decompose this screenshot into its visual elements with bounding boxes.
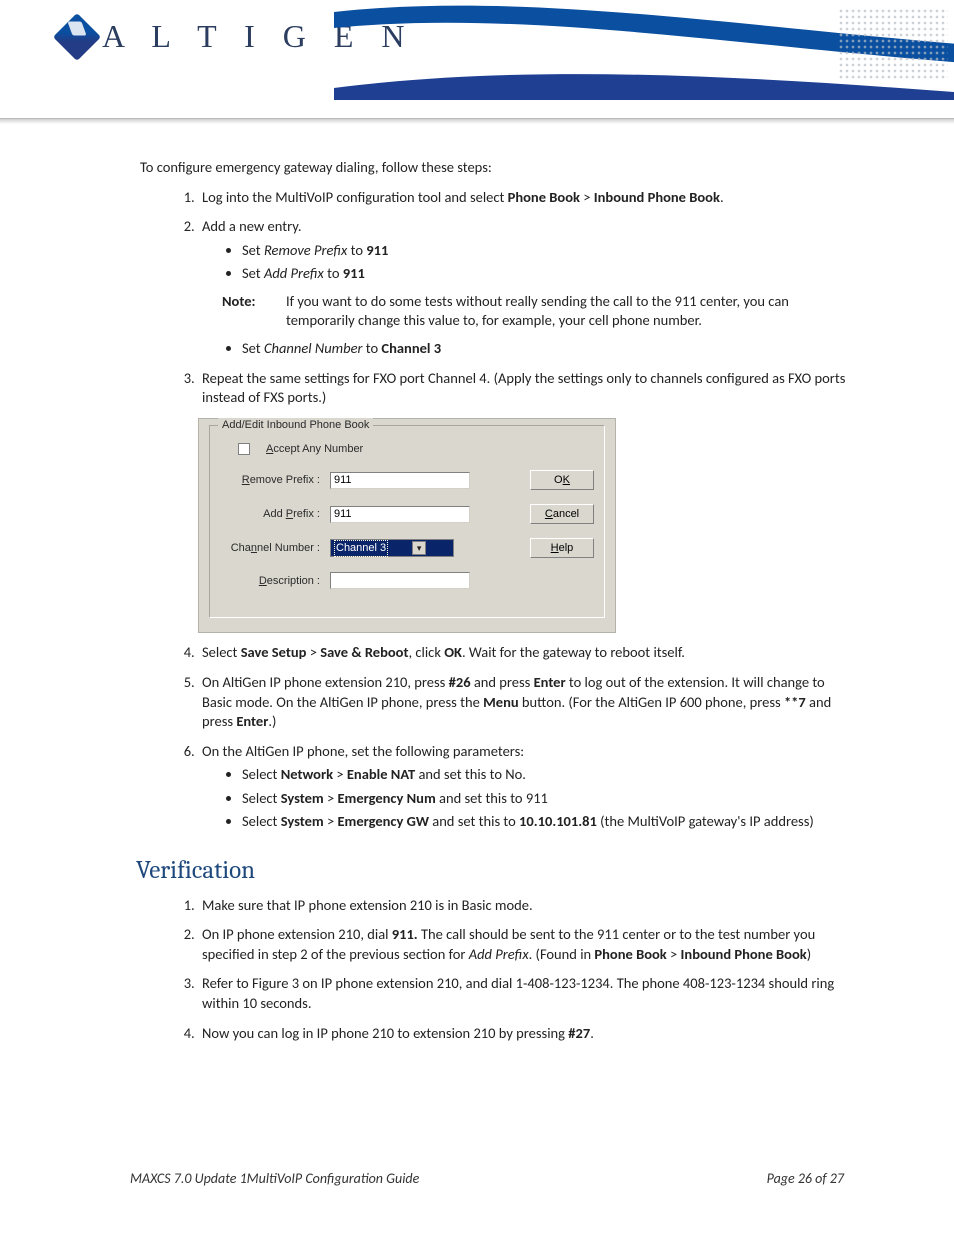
channel-number-label: Channel Number :	[220, 541, 320, 556]
step-2a: Set Remove Prefix to 911	[242, 241, 854, 261]
add-prefix-label: Add Prefix :	[220, 507, 320, 522]
step-6b: Select System > Emergency Num and set th…	[242, 789, 854, 809]
inbound-phone-book-dialog: Add/Edit Inbound Phone Book Accept Any N…	[198, 418, 616, 634]
verify-3: Refer to Figure 3 on IP phone extension …	[198, 974, 854, 1013]
intro-text: To configure emergency gateway dialing, …	[140, 158, 854, 178]
accept-any-number-label: Accept Any Number	[266, 442, 363, 457]
cancel-button[interactable]: Cancel	[530, 504, 594, 524]
brand-name: A L T I G E N	[102, 18, 415, 55]
dialog-title: Add/Edit Inbound Phone Book	[218, 418, 373, 433]
footer-title: MAXCS 7.0 Update 1MultiVoIP Configuratio…	[130, 1170, 419, 1187]
note-label: Note:	[222, 292, 274, 331]
verify-1: Make sure that IP phone extension 210 is…	[198, 896, 854, 916]
document-header: A L T I G E N	[0, 0, 954, 112]
step-6c: Select System > Emergency GW and set thi…	[242, 812, 854, 832]
document-body: To configure emergency gateway dialing, …	[0, 124, 954, 1043]
logo-mark-icon	[53, 12, 101, 60]
step-3: Repeat the same settings for FXO port Ch…	[198, 369, 854, 408]
step-4: Select Save Setup > Save & Reboot, click…	[198, 643, 854, 663]
add-prefix-input[interactable]	[330, 506, 470, 523]
ok-button[interactable]: OK	[530, 470, 594, 490]
note-text: If you want to do some tests without rea…	[286, 292, 854, 331]
accept-any-number-checkbox[interactable]	[238, 443, 250, 455]
remove-prefix-input[interactable]	[330, 472, 470, 489]
verification-heading: Verification	[136, 854, 854, 888]
step-6: On the AltiGen IP phone, set the followi…	[198, 742, 854, 832]
remove-prefix-label: Remove Prefix :	[220, 473, 320, 488]
footer-page: Page 26 of 27	[767, 1170, 844, 1187]
step-5: On AltiGen IP phone extension 210, press…	[198, 673, 854, 732]
step-6a: Select Network > Enable NAT and set this…	[242, 765, 854, 785]
channel-number-select[interactable]: Channel 3 ▾	[330, 539, 454, 557]
description-input[interactable]	[330, 572, 470, 589]
step-1: Log into the MultiVoIP configuration too…	[198, 188, 854, 208]
brand-logo: A L T I G E N	[60, 18, 415, 55]
help-button[interactable]: Help	[530, 538, 594, 558]
step-2: Add a new entry. Set Remove Prefix to 91…	[198, 217, 854, 358]
verify-4: Now you can log in IP phone 210 to exten…	[198, 1024, 854, 1044]
chevron-down-icon: ▾	[412, 541, 426, 555]
note-block: Note: If you want to do some tests witho…	[222, 292, 854, 331]
step-2b: Set Add Prefix to 911	[242, 264, 854, 284]
dot-grid-icon	[838, 8, 948, 80]
description-label: Description :	[220, 574, 320, 589]
verify-2: On IP phone extension 210, dial 911. The…	[198, 925, 854, 964]
page-footer: MAXCS 7.0 Update 1MultiVoIP Configuratio…	[130, 1170, 844, 1187]
step-2c: Set Channel Number to Channel 3	[242, 339, 854, 359]
